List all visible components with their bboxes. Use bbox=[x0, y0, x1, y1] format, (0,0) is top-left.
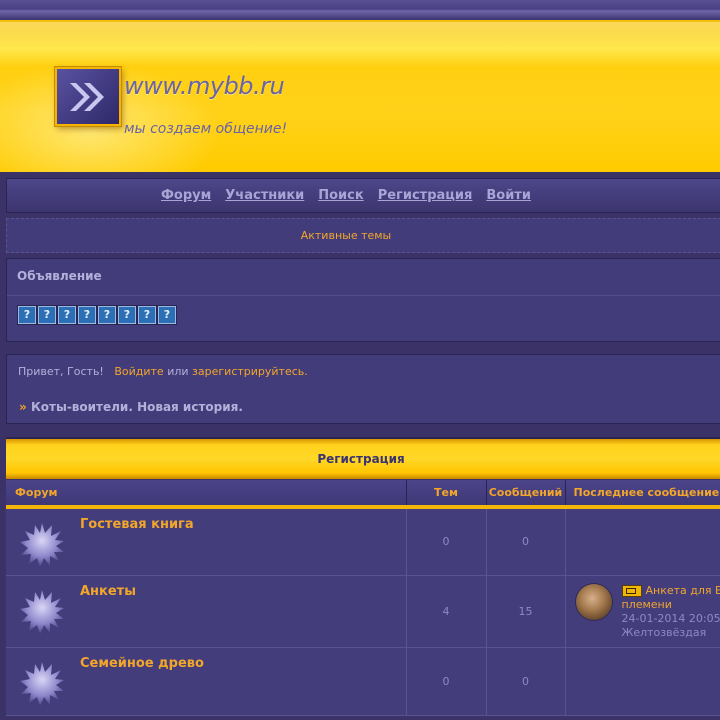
active-topics-link[interactable]: Активные темы bbox=[301, 229, 392, 242]
breadcrumb-marker: » bbox=[19, 400, 27, 414]
breadcrumb: » Коты-воители. Новая история. bbox=[19, 400, 243, 414]
missing-image-row: ? ? ? ? ? ? ? ? bbox=[18, 306, 176, 324]
forum-table: Форум Тем Сообщений Последнее сообщение … bbox=[6, 480, 720, 716]
table-row: Анкеты 4 15 Анкета для Е племени 24-01-2… bbox=[6, 575, 720, 648]
header-last-post: Последнее сообщение bbox=[565, 480, 720, 509]
missing-image-icon: ? bbox=[118, 306, 136, 324]
missing-image-icon: ? bbox=[78, 306, 96, 324]
welcome-panel: Привет, Гость! Войдите или зарегистрируй… bbox=[6, 354, 720, 424]
header-posts: Сообщений bbox=[486, 480, 566, 509]
nav-register[interactable]: Регистрация bbox=[378, 188, 473, 203]
forum-title-link[interactable]: Анкеты bbox=[80, 584, 136, 599]
posts-count: 0 bbox=[486, 647, 566, 716]
forum-status-icon bbox=[20, 589, 64, 634]
category-header: Регистрация bbox=[6, 437, 720, 479]
table-row: Гостевая книга 0 0 bbox=[6, 507, 720, 576]
forum-status-icon bbox=[20, 661, 64, 706]
topic-icon bbox=[621, 584, 642, 597]
forum-cell: Гостевая книга bbox=[6, 507, 407, 576]
nav-login[interactable]: Войти bbox=[486, 188, 531, 203]
double-chevron-icon bbox=[70, 82, 104, 111]
banner-shine bbox=[0, 22, 720, 50]
forum-title-link[interactable]: Семейное древо bbox=[80, 656, 204, 671]
last-post-cell: Анкета для Е племени 24-01-2014 20:05 Же… bbox=[565, 575, 720, 648]
missing-image-icon: ? bbox=[138, 306, 156, 324]
forum-cell: Анкеты bbox=[6, 575, 407, 648]
nav-members[interactable]: Участники bbox=[225, 188, 304, 203]
header-banner: www.mybb.ru мы создаем общение! bbox=[0, 22, 720, 172]
logo-slogan: мы создаем общение! bbox=[124, 121, 288, 137]
topics-count: 4 bbox=[406, 575, 487, 648]
logo-text[interactable]: www.mybb.ru bbox=[124, 72, 285, 100]
forum-cell: Семейное древо bbox=[6, 647, 407, 716]
announcement-panel: Объявление ? ? ? ? ? ? ? ? bbox=[6, 258, 720, 342]
posts-count: 15 bbox=[486, 575, 566, 648]
announcement-divider bbox=[7, 295, 720, 296]
missing-image-icon: ? bbox=[38, 306, 56, 324]
table-row: Семейное древо 0 0 bbox=[6, 647, 720, 716]
nav-search[interactable]: Поиск bbox=[318, 188, 363, 203]
active-topics-bar: Активные темы bbox=[6, 218, 720, 253]
last-post-cell bbox=[565, 647, 720, 716]
greeting-line: Привет, Гость! Войдите или зарегистрируй… bbox=[18, 365, 308, 378]
announcement-title: Объявление bbox=[17, 269, 102, 283]
missing-image-icon: ? bbox=[158, 306, 176, 324]
posts-count: 0 bbox=[486, 507, 566, 576]
topics-count: 0 bbox=[406, 647, 487, 716]
avatar[interactable] bbox=[575, 583, 612, 620]
main-nav: Форум Участники Поиск Регистрация Войти bbox=[6, 178, 720, 213]
table-header-row: Форум Тем Сообщений Последнее сообщение bbox=[6, 480, 720, 509]
last-post-info: Анкета для Е племени 24-01-2014 20:05 Же… bbox=[621, 584, 720, 640]
last-post-cell bbox=[565, 507, 720, 576]
nav-forum[interactable]: Форум bbox=[161, 188, 211, 203]
missing-image-icon: ? bbox=[58, 306, 76, 324]
register-link[interactable]: зарегистрируйтесь. bbox=[192, 365, 308, 378]
header-forum: Форум bbox=[6, 480, 407, 509]
category-title[interactable]: Регистрация bbox=[317, 452, 404, 466]
top-bar bbox=[0, 0, 720, 22]
last-post-author[interactable]: Желтозвёздая bbox=[622, 626, 707, 639]
topics-count: 0 bbox=[406, 507, 487, 576]
header-topics: Тем bbox=[406, 480, 487, 509]
missing-image-icon: ? bbox=[18, 306, 36, 324]
last-post-date: 24-01-2014 20:05 bbox=[621, 611, 720, 625]
or-text: или bbox=[167, 365, 189, 378]
greeting-text: Привет, Гость! bbox=[18, 365, 104, 378]
forum-status-icon bbox=[20, 523, 64, 567]
missing-image-icon: ? bbox=[98, 306, 116, 324]
breadcrumb-title[interactable]: Коты-воители. Новая история. bbox=[31, 400, 243, 414]
last-post-title-link-cont[interactable]: племени bbox=[622, 598, 672, 611]
login-link[interactable]: Войдите bbox=[114, 365, 163, 378]
last-post-title-link[interactable]: Анкета для Е bbox=[646, 584, 720, 597]
forum-title-link[interactable]: Гостевая книга bbox=[80, 517, 194, 532]
logo-icon[interactable] bbox=[55, 67, 121, 126]
